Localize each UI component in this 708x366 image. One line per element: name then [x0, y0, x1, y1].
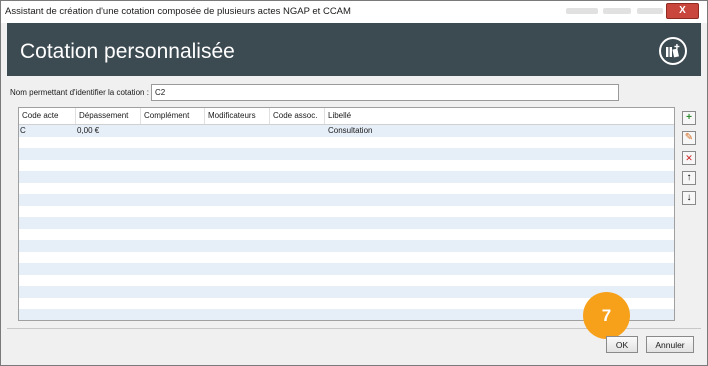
table-row-empty — [19, 159, 674, 171]
column-header[interactable]: Code acte — [19, 108, 76, 124]
table-row-empty — [19, 182, 674, 194]
background-window-text — [637, 8, 663, 14]
move-up-icon: ↑ — [686, 172, 692, 183]
table-row-empty — [19, 217, 674, 229]
dialog-content: Cotation personnalisée Nom permettant d'… — [7, 23, 701, 359]
cell-libelle: Consultation — [328, 126, 373, 135]
acts-table[interactable]: Code acte Dépassement Complément Modific… — [18, 107, 675, 321]
table-row-empty — [19, 240, 674, 252]
column-header[interactable]: Libellé — [325, 108, 674, 124]
table-row-empty — [19, 297, 674, 309]
background-window-text — [566, 8, 598, 14]
table-row-empty — [19, 274, 674, 286]
column-header[interactable]: Dépassement — [76, 108, 141, 124]
column-header[interactable]: Complément — [141, 108, 205, 124]
table-row[interactable]: C 0,00 € Consultation — [19, 125, 674, 137]
add-row-button[interactable]: + — [682, 111, 696, 125]
table-body: C 0,00 € Consultation — [19, 125, 674, 320]
move-down-button[interactable]: ↓ — [682, 191, 696, 205]
close-button[interactable]: X — [666, 3, 699, 19]
table-row-empty — [19, 263, 674, 275]
move-up-button[interactable]: ↑ — [682, 171, 696, 185]
dialog-window: Assistant de création d'une cotation com… — [0, 0, 708, 366]
medical-bag-plus-icon — [659, 37, 687, 65]
table-row-empty — [19, 228, 674, 240]
table-row-empty — [19, 309, 674, 320]
background-window-text — [603, 8, 631, 14]
page-title: Cotation personnalisée — [20, 40, 235, 63]
table-row-empty — [19, 251, 674, 263]
cell-code-acte: C — [20, 126, 26, 135]
title-bar: Assistant de création d'une cotation com… — [1, 1, 707, 23]
add-row-icon: + — [686, 112, 692, 123]
table-row-empty — [19, 148, 674, 160]
table-row-empty — [19, 286, 674, 298]
table-row-empty — [19, 136, 674, 148]
table-row-empty — [19, 205, 674, 217]
cotation-name-input[interactable] — [151, 84, 619, 101]
edit-row-icon: ✎ — [684, 132, 694, 143]
table-header: Code acte Dépassement Complément Modific… — [19, 108, 674, 125]
column-header[interactable]: Modificateurs — [205, 108, 270, 124]
cell-depassement: 0,00 € — [77, 126, 100, 135]
column-header[interactable]: Code assoc. — [270, 108, 325, 124]
edit-row-button[interactable]: ✎ — [682, 131, 696, 145]
table-row-empty — [19, 194, 674, 206]
delete-row-button[interactable]: ✕ — [682, 151, 696, 165]
move-down-icon: ↓ — [686, 192, 692, 203]
header-banner: Cotation personnalisée — [7, 23, 701, 76]
cotation-name-label: Nom permettant d'identifier la cotation … — [10, 88, 149, 97]
ok-button[interactable]: OK — [606, 336, 638, 353]
cancel-button[interactable]: Annuler — [646, 336, 694, 353]
row-toolbar: + ✎ ✕ ↑ ↓ — [682, 111, 696, 211]
step-badge: 7 — [583, 292, 630, 339]
table-row-empty — [19, 171, 674, 183]
delete-row-icon: ✕ — [685, 153, 693, 163]
window-title: Assistant de création d'une cotation com… — [5, 6, 351, 17]
medical-bag-plus-icon — [666, 44, 680, 58]
